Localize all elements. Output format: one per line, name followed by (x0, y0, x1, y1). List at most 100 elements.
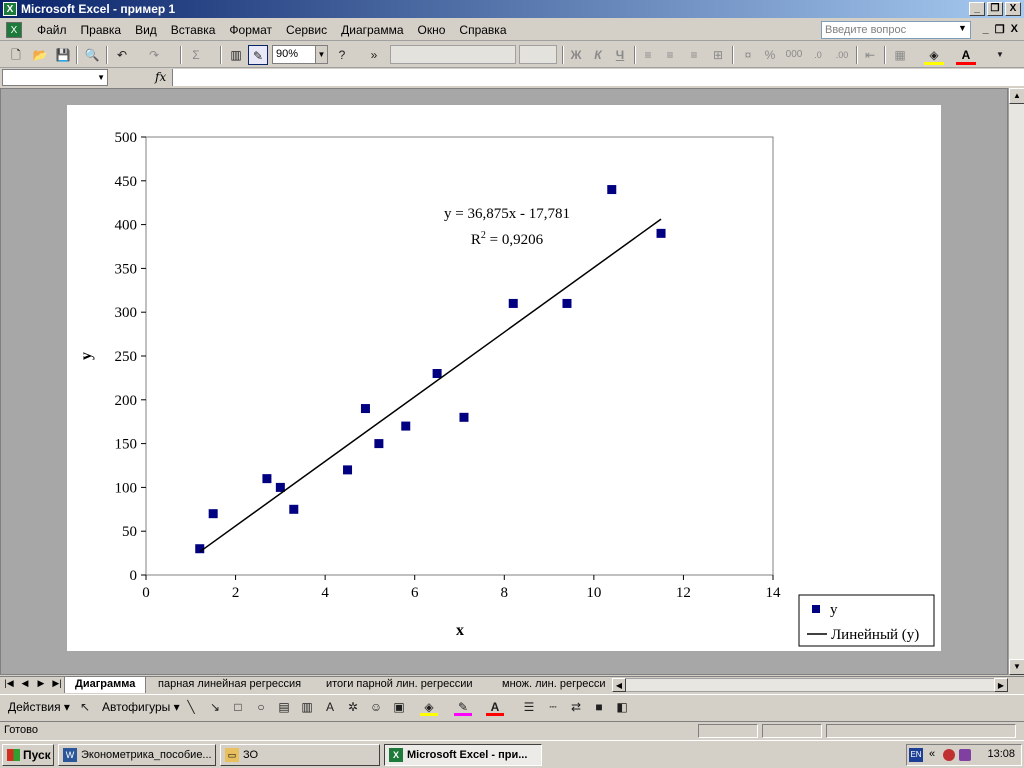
dash-style-icon[interactable]: ┄ (544, 699, 562, 716)
actions-menu[interactable]: Действия ▾ (8, 698, 70, 716)
menu-edit[interactable]: Правка (74, 19, 129, 41)
thousands-button[interactable]: 000 (784, 45, 804, 65)
doc-minimize-button[interactable]: _ (983, 23, 989, 36)
menu-tools[interactable]: Сервис (279, 19, 334, 41)
scroll-down-icon[interactable]: ▼ (1009, 659, 1024, 675)
new-document-icon[interactable]: 🗋 (6, 45, 26, 65)
menu-file[interactable]: Файл (30, 19, 74, 41)
restore-button[interactable]: ❐ (987, 2, 1003, 16)
more-format-icon[interactable]: ▼ (990, 45, 1010, 65)
oval-icon[interactable]: ○ (252, 699, 270, 716)
fill-color-draw-icon[interactable]: ◈ (420, 699, 438, 716)
tray-app-icon[interactable] (959, 749, 971, 761)
3d-icon[interactable]: ◧ (613, 699, 631, 716)
font-color-draw-icon[interactable]: A (486, 699, 504, 716)
decrease-indent-icon[interactable]: ⇤ (860, 45, 880, 65)
horizontal-scrollbar[interactable]: ◀ ▶ (612, 678, 1008, 692)
menu-view[interactable]: Вид (128, 19, 164, 41)
excel-icon[interactable]: X (3, 2, 17, 16)
tab-multiple-regression[interactable]: множ. лин. регресси (492, 677, 615, 693)
align-center-icon[interactable]: ≡ (660, 45, 680, 65)
close-button[interactable]: X (1005, 2, 1021, 16)
first-sheet-icon[interactable]: |◀ (2, 678, 16, 689)
clipart-icon[interactable]: ☺ (367, 699, 385, 716)
menu-window[interactable]: Окно (411, 19, 453, 41)
textbox-icon[interactable]: ▤ (275, 699, 293, 716)
zoom-select[interactable]: 90% ▼ (272, 45, 328, 64)
select-objects-icon[interactable]: ↖ (76, 699, 94, 716)
align-right-icon[interactable]: ≡ (684, 45, 704, 65)
wordart-icon[interactable]: A (321, 699, 339, 716)
start-button[interactable]: Пуск (2, 744, 54, 766)
name-box-dropdown-icon[interactable]: ▼ (97, 73, 105, 82)
autosum-icon[interactable]: Σ (186, 45, 206, 65)
menu-chart[interactable]: Диаграмма (334, 19, 410, 41)
taskbar-excel-button[interactable]: X Microsoft Excel - при... (384, 744, 542, 766)
decrease-decimal-icon[interactable]: .00 (832, 45, 852, 65)
vertical-textbox-icon[interactable]: ▥ (298, 699, 316, 716)
help-dropdown-icon[interactable]: ▼ (958, 23, 967, 33)
tab-chart[interactable]: Диаграмма (64, 677, 147, 693)
tab-pair-regression[interactable]: парная линейная регрессия (148, 677, 311, 693)
autoshapes-menu[interactable]: Автофигуры ▾ (102, 698, 180, 716)
fill-color-icon[interactable]: ◈ (924, 45, 944, 65)
drawing-toggle-icon[interactable]: ✎ (248, 45, 268, 65)
line-icon[interactable]: ╲ (182, 699, 200, 716)
doc-close-button[interactable]: X (1011, 23, 1018, 36)
line-color-icon[interactable]: ✎ (454, 699, 472, 716)
help-search-input[interactable]: Введите вопрос (821, 21, 971, 39)
doc-restore-button[interactable]: ❐ (995, 23, 1005, 36)
borders-icon[interactable]: ▦ (890, 45, 910, 65)
undo-icon[interactable]: ↶ (112, 45, 132, 65)
minimize-button[interactable]: _ (969, 2, 985, 16)
formula-input[interactable] (172, 69, 1024, 86)
print-preview-icon[interactable]: 🔍 (82, 45, 102, 65)
diagram-icon[interactable]: ✲ (344, 699, 362, 716)
font-name-select[interactable] (390, 45, 516, 64)
percent-button[interactable]: % (760, 45, 780, 65)
font-size-select[interactable] (519, 45, 557, 64)
font-color-icon[interactable]: A (956, 45, 976, 65)
tray-expand-icon[interactable]: « (929, 748, 935, 760)
last-sheet-icon[interactable]: ▶| (50, 678, 64, 689)
zoom-dropdown-icon[interactable]: ▼ (315, 46, 327, 63)
line-style-icon[interactable]: ☰ (520, 699, 538, 716)
scroll-up-icon[interactable]: ▲ (1009, 88, 1024, 104)
redo-icon[interactable]: ↷ (144, 45, 164, 65)
save-icon[interactable]: 💾 (53, 45, 73, 65)
rectangle-icon[interactable]: □ (229, 699, 247, 716)
prev-sheet-icon[interactable]: ◀ (18, 678, 32, 689)
italic-button[interactable]: К (588, 45, 608, 65)
more-tools-icon[interactable]: » (364, 45, 384, 65)
menu-format[interactable]: Формат (222, 19, 279, 41)
bold-button[interactable]: Ж (566, 45, 586, 65)
taskbar-folder-button[interactable]: ▭ ЗО (220, 744, 380, 766)
vertical-scrollbar[interactable]: ▲ ▼ (1008, 88, 1024, 675)
underline-button[interactable]: Ч (610, 45, 630, 65)
shadow-icon[interactable]: ■ (590, 699, 608, 716)
scroll-right-icon[interactable]: ▶ (994, 678, 1008, 692)
chart-area[interactable]: 0 50 100 150 200 250 300 350 400 450 500 0 2 4 6 8 10 12… (67, 105, 941, 651)
language-indicator[interactable]: EN (909, 748, 923, 762)
chart-wizard-icon[interactable]: ▥ (226, 45, 246, 65)
next-sheet-icon[interactable]: ▶ (34, 678, 48, 689)
increase-decimal-icon[interactable]: .0 (808, 45, 828, 65)
security-icon[interactable] (943, 749, 955, 761)
arrow-style-icon[interactable]: ⇄ (567, 699, 585, 716)
picture-icon[interactable]: ▣ (390, 699, 408, 716)
name-box[interactable]: ▼ (2, 69, 108, 86)
arrow-icon[interactable]: ↘ (206, 699, 224, 716)
menu-help[interactable]: Справка (452, 19, 513, 41)
menu-insert[interactable]: Вставка (164, 19, 223, 41)
scroll-left-icon[interactable]: ◀ (612, 678, 626, 692)
tab-pair-regression-results[interactable]: итоги парной лин. регрессии (316, 677, 483, 693)
merge-center-icon[interactable]: ⊞ (708, 45, 728, 65)
fx-label[interactable]: fx (155, 70, 166, 84)
workbook-icon[interactable]: X (6, 22, 22, 38)
align-left-icon[interactable]: ≡ (638, 45, 658, 65)
currency-icon[interactable]: ¤ (738, 45, 758, 65)
help-icon[interactable]: ? (332, 45, 352, 65)
taskbar-word-button[interactable]: W Эконометрика_пособие... (58, 744, 216, 766)
open-folder-icon[interactable]: 📂 (30, 45, 50, 65)
scatter-chart[interactable]: 0 50 100 150 200 250 300 350 400 450 500 0 2 4 6 8 10 12… (67, 105, 941, 651)
